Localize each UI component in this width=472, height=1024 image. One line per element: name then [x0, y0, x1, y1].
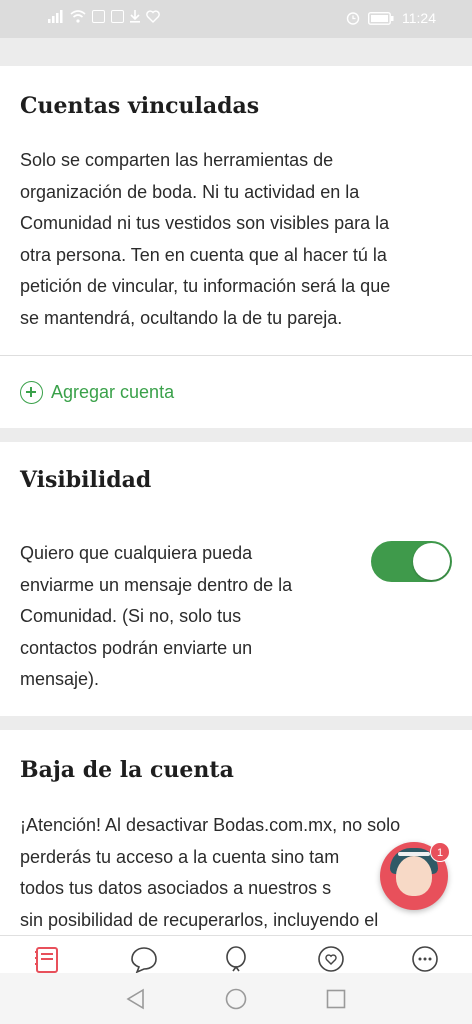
- download-icon: [130, 10, 140, 23]
- organizer-icon: [35, 947, 58, 973]
- nav-recents-button[interactable]: [324, 987, 348, 1011]
- avatar-face: [396, 856, 432, 896]
- linked-accounts-description: Solo se comparten las herramientas de or…: [20, 145, 390, 334]
- description-line: ¡Atención! Al desactivar Bodas.com.mx, n…: [20, 815, 401, 835]
- nav-back-button[interactable]: [124, 987, 148, 1011]
- status-time: 11:24: [402, 10, 436, 26]
- wifi-icon: [70, 10, 86, 23]
- back-triangle-icon: [126, 988, 144, 1010]
- status-icons-right: 11:24: [346, 10, 436, 26]
- description-line: contactos podrán enviarte un: [20, 637, 253, 658]
- description-line: Solo se comparten las herramientas de: [20, 150, 334, 170]
- tab-favorites[interactable]: [316, 944, 346, 973]
- description-line: mensaje).: [20, 669, 100, 689]
- visibility-toggle[interactable]: [371, 541, 452, 582]
- description-line: otra persona. Ten en cuenta que al hacer…: [20, 244, 387, 265]
- recents-square-icon: [326, 989, 346, 1009]
- community-icon: [131, 947, 157, 973]
- description-line: Comunidad ni tus vestidos son visibles p…: [20, 213, 390, 233]
- tab-ideas[interactable]: [221, 944, 251, 973]
- description-line: se mantendrá, ocultando la de tu pareja.: [20, 307, 343, 328]
- description-line: perderás tu acceso a la cuenta sino tam: [20, 846, 340, 867]
- notification-badge: 1: [430, 842, 450, 862]
- alarm-icon: [346, 12, 360, 25]
- description-line: petición de vincular, tu información ser…: [20, 276, 391, 296]
- screenshot-icon: [111, 10, 124, 23]
- divider: [0, 355, 472, 356]
- deactivate-description: ¡Atención! Al desactivar Bodas.com.mx, n…: [20, 810, 400, 936]
- add-account-label: Agregar cuenta: [51, 381, 175, 402]
- visibility-description: Quiero que cualquiera pueda enviarme un …: [20, 538, 292, 696]
- favorites-icon: [318, 946, 344, 972]
- signal-icon: [48, 10, 63, 23]
- nav-home-button[interactable]: [224, 987, 248, 1011]
- description-line: Comunidad. (Si no, solo tus: [20, 606, 242, 626]
- tab-community[interactable]: [129, 944, 159, 973]
- deactivate-title: Baja de la cuenta: [20, 757, 234, 783]
- bottom-tab-bar: [0, 935, 472, 973]
- description-line: organización de boda. Ni tu actividad en…: [20, 181, 360, 202]
- add-circle-icon: [20, 380, 43, 404]
- more-icon: [412, 946, 438, 972]
- ideas-icon: [226, 946, 246, 972]
- status-bar: 11:24: [0, 0, 472, 38]
- description-line: enviarme un mensaje dentro de la: [20, 574, 293, 595]
- section-gap: [0, 716, 472, 730]
- status-icons-left: [48, 10, 160, 23]
- section-gap: [0, 428, 472, 442]
- add-account-button[interactable]: Agregar cuenta: [20, 378, 174, 406]
- toggle-knob: [413, 543, 450, 580]
- battery-icon: [368, 11, 394, 25]
- tab-organizer[interactable]: [32, 944, 62, 973]
- avatar-headband: [398, 852, 430, 856]
- section-gap: [0, 38, 472, 66]
- mail-icon: [92, 10, 105, 23]
- system-nav-bar: [0, 973, 472, 1024]
- home-circle-icon: [225, 988, 247, 1010]
- linked-accounts-title: Cuentas vinculadas: [20, 93, 260, 119]
- description-line: Quiero que cualquiera pueda: [20, 543, 253, 563]
- description-line: sin posibilidad de recuperarlos, incluye…: [20, 909, 379, 930]
- heart-icon: [146, 10, 160, 23]
- description-line: todos tus datos asociados a nuestros s: [20, 878, 332, 898]
- tab-more[interactable]: [410, 944, 440, 973]
- visibility-title: Visibilidad: [20, 467, 152, 493]
